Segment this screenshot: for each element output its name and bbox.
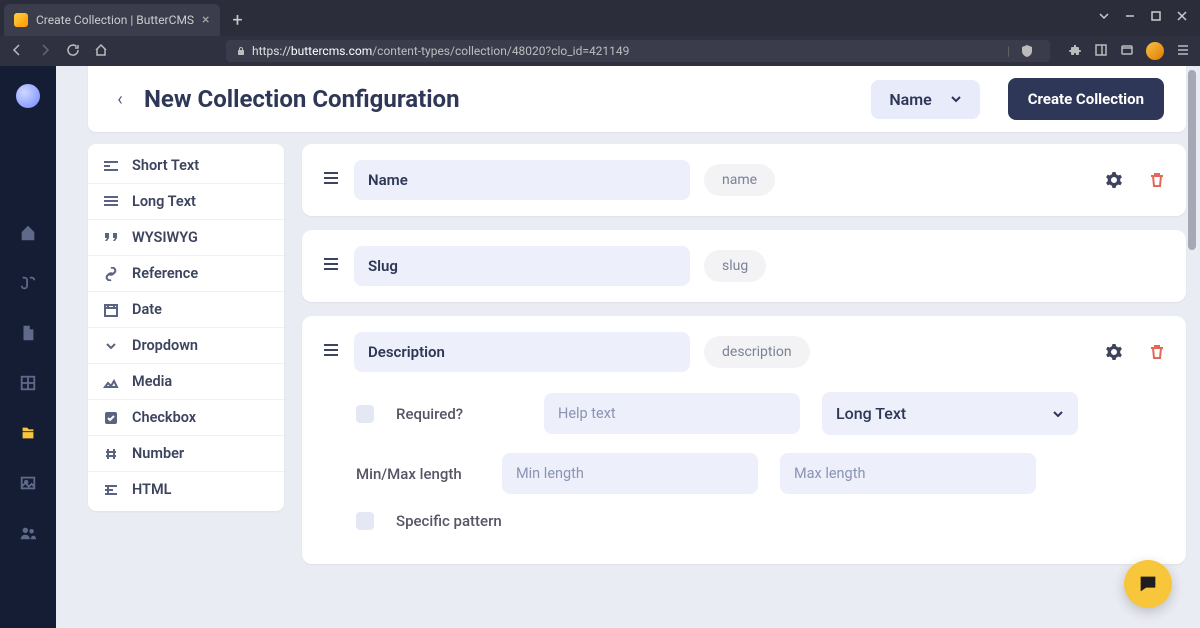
field-name-input[interactable]: Name (354, 160, 690, 200)
nav-forward-icon (38, 42, 52, 61)
required-checkbox[interactable] (356, 405, 374, 423)
field-slug-badge: slug (704, 250, 766, 282)
palette-dropdown[interactable]: Dropdown (88, 328, 284, 364)
calendar-icon (102, 303, 120, 317)
drag-handle-icon[interactable] (322, 170, 340, 190)
page-header: ‹ New Collection Configuration Name Crea… (88, 66, 1186, 132)
field-slug-badge: description (704, 336, 810, 368)
window-dropdown-icon[interactable] (1098, 7, 1110, 26)
nav-home-icon[interactable] (94, 42, 108, 61)
palette-short-text[interactable]: Short Text (88, 148, 284, 184)
palette-date[interactable]: Date (88, 292, 284, 328)
extensions-icon[interactable] (1068, 42, 1082, 61)
profile-avatar[interactable] (1146, 42, 1164, 60)
html-icon (102, 483, 120, 497)
chat-icon (1137, 573, 1159, 595)
address-bar[interactable]: https://buttercms.com/content-types/coll… (226, 40, 1050, 62)
rail-media-icon[interactable] (19, 474, 37, 496)
new-tab-button[interactable]: + (226, 8, 250, 32)
rail-users-icon[interactable] (19, 524, 37, 546)
side-rail (0, 66, 56, 628)
lock-icon (236, 46, 246, 56)
field-name-input[interactable]: Slug (354, 246, 690, 286)
field-builder: Name name Slug slug (302, 144, 1186, 564)
tab-title: Create Collection | ButterCMS (36, 13, 194, 27)
image-icon (102, 375, 120, 389)
quote-icon (102, 231, 120, 245)
checkbox-icon (102, 411, 120, 425)
rail-collections-icon[interactable] (19, 424, 37, 446)
link-icon (102, 267, 120, 281)
chevron-down-icon (1052, 408, 1064, 420)
help-text-input[interactable]: Help text (544, 393, 800, 434)
rail-blog-icon[interactable] (19, 274, 37, 296)
field-slug-badge: name (704, 164, 775, 196)
browser-tab[interactable]: Create Collection | ButterCMS × (4, 4, 220, 36)
back-button[interactable]: ‹ (110, 89, 130, 110)
palette-checkbox[interactable]: Checkbox (88, 400, 284, 436)
field-type-select[interactable]: Long Text (822, 392, 1078, 435)
menu-icon[interactable] (1176, 42, 1190, 61)
trash-icon[interactable] (1148, 171, 1166, 189)
tab-close-icon[interactable]: × (202, 12, 209, 28)
shield-icon[interactable] (1020, 44, 1034, 58)
favicon-icon (14, 13, 28, 27)
required-label: Required? (396, 405, 476, 423)
chat-fab-button[interactable] (1124, 560, 1172, 608)
gear-icon[interactable] (1104, 170, 1124, 190)
window-close-icon[interactable] (1176, 7, 1188, 26)
rail-pages-icon[interactable] (19, 324, 37, 346)
window-maximize-icon[interactable] (1150, 7, 1162, 26)
window-minimize-icon[interactable] (1124, 7, 1136, 26)
gear-icon[interactable] (1104, 342, 1124, 362)
palette-long-text[interactable]: Long Text (88, 184, 284, 220)
palette-wysiwyg[interactable]: WYSIWYG (88, 220, 284, 256)
app-window-icon[interactable] (1120, 42, 1134, 61)
chevron-down-icon (950, 93, 962, 105)
field-card-description: Description description Required? Help t… (302, 316, 1186, 564)
nav-back-icon[interactable] (10, 42, 24, 61)
rail-grid-icon[interactable] (19, 374, 37, 396)
trash-icon[interactable] (1148, 343, 1166, 361)
field-type-palette: Short Text Long Text WYSIWYG Reference D… (88, 144, 284, 511)
hash-icon (102, 447, 120, 461)
palette-number[interactable]: Number (88, 436, 284, 472)
palette-media[interactable]: Media (88, 364, 284, 400)
palette-reference[interactable]: Reference (88, 256, 284, 292)
app-logo[interactable] (16, 84, 40, 108)
nav-reload-icon[interactable] (66, 42, 80, 61)
max-length-input[interactable]: Max length (780, 453, 1036, 494)
field-card-name: Name name (302, 144, 1186, 216)
sidepanel-icon[interactable] (1094, 42, 1108, 61)
field-name-input[interactable]: Description (354, 332, 690, 372)
scrollbar-thumb[interactable] (1188, 70, 1196, 250)
min-length-input[interactable]: Min length (502, 453, 758, 494)
long-text-icon (102, 195, 120, 209)
create-collection-button[interactable]: Create Collection (1008, 78, 1164, 120)
pattern-checkbox[interactable] (356, 512, 374, 530)
drag-handle-icon[interactable] (322, 256, 340, 276)
pattern-label: Specific pattern (396, 512, 536, 530)
url-text: https://buttercms.com/content-types/coll… (252, 44, 629, 58)
minmax-label: Min/Max length (356, 465, 480, 483)
rail-home-icon[interactable] (19, 224, 37, 246)
scrollbar[interactable] (1188, 66, 1198, 628)
chevron-down-icon (102, 339, 120, 353)
drag-handle-icon[interactable] (322, 342, 340, 362)
palette-html[interactable]: HTML (88, 472, 284, 507)
short-text-icon (102, 159, 120, 173)
field-card-slug: Slug slug (302, 230, 1186, 302)
page-title: New Collection Configuration (144, 85, 460, 113)
name-dropdown[interactable]: Name (871, 80, 979, 119)
